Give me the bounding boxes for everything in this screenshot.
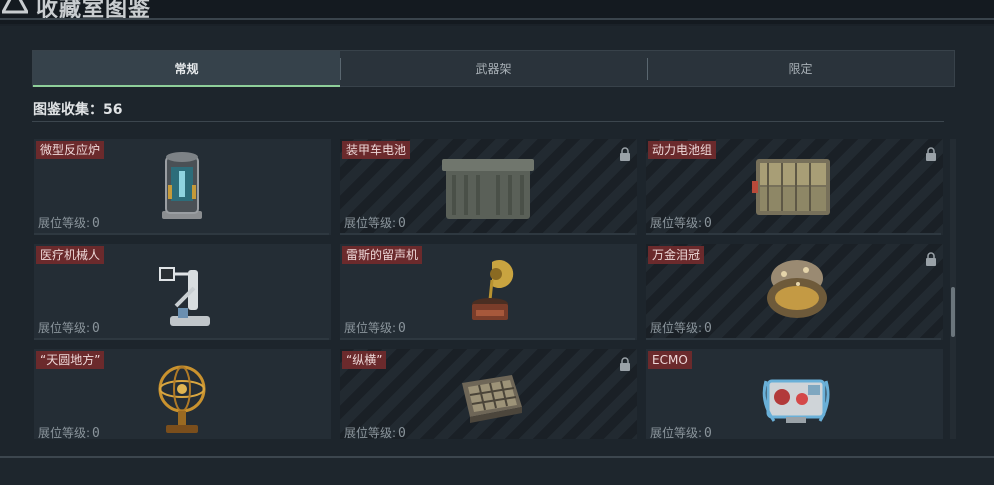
lock-icon (620, 147, 630, 161)
category-tabs: 常规 武器架 限定 (32, 50, 955, 87)
item-name: 微型反应炉 (36, 141, 105, 159)
scrollbar-thumb[interactable] (951, 287, 955, 337)
item-name: 装甲车电池 (342, 141, 411, 159)
reactor-icon (162, 152, 202, 219)
collection-count: 图鉴收集：56 (33, 102, 123, 118)
title-bar: 收藏室图鉴 (0, 0, 994, 24)
collection-card-micro-reactor[interactable]: 微型反应炉 展位等级: 0 (34, 139, 331, 235)
collection-card-medical-robot[interactable]: 医疗机械人 展位等级: 0 (34, 244, 331, 340)
item-name: “天圆地方” (36, 351, 105, 369)
collection-card-chessboard[interactable]: “纵横” 展位等级: 0 (340, 349, 637, 439)
collection-card-armored-battery[interactable]: 装甲车电池 展位等级: 0 (340, 139, 637, 235)
chessboard-icon (462, 375, 522, 423)
armillary-sphere-icon (158, 365, 206, 433)
ecmo-machine-icon (762, 379, 830, 423)
collection-card-armillary-sphere[interactable]: “天圆地方” 展位等级: 0 (34, 349, 331, 439)
booth-level: 展位等级: 0 (650, 426, 712, 439)
item-name: 医疗机械人 (36, 246, 105, 264)
lock-icon (926, 147, 936, 161)
battery-pack-icon (752, 159, 830, 215)
item-name: 雷斯的留声机 (342, 246, 423, 264)
collection-card-ecmo[interactable]: ECMO 展位等级: 0 (646, 349, 943, 439)
battery-icon (442, 159, 534, 219)
tab-weapon-rack[interactable]: 武器架 (340, 51, 647, 86)
booth-level: 展位等级: 0 (38, 426, 100, 439)
count-divider (32, 121, 944, 122)
collection-card-golden-crown[interactable]: 万金泪冠 展位等级: 0 (646, 244, 943, 340)
booth-level: 展位等级: 0 (650, 216, 712, 231)
warning-triangle-icon (2, 0, 28, 14)
lock-icon (620, 357, 630, 371)
tab-limited[interactable]: 限定 (647, 51, 954, 86)
item-name: “纵横” (342, 351, 387, 369)
booth-level: 展位等级: 0 (344, 216, 406, 231)
tab-regular[interactable]: 常规 (33, 51, 340, 87)
booth-level: 展位等级: 0 (344, 321, 406, 336)
collection-card-gramophone[interactable]: 雷斯的留声机 展位等级: 0 (340, 244, 637, 340)
item-name: ECMO (648, 351, 692, 369)
item-name: 万金泪冠 (648, 246, 705, 264)
medical-robot-icon (159, 267, 210, 326)
lock-icon (926, 252, 936, 266)
booth-level: 展位等级: 0 (38, 321, 100, 336)
gramophone-icon (472, 260, 514, 320)
title-divider (0, 18, 994, 20)
booth-level: 展位等级: 0 (344, 426, 406, 439)
collection-grid: 微型反应炉 展位等级: 0 装甲车电池 展位等级: 0 动力电池组 展位等级: … (34, 139, 944, 439)
booth-level: 展位等级: 0 (38, 216, 100, 231)
collection-card-power-battery-pack[interactable]: 动力电池组 展位等级: 0 (646, 139, 943, 235)
booth-level: 展位等级: 0 (650, 321, 712, 336)
item-name: 动力电池组 (648, 141, 717, 159)
grid-scrollbar[interactable] (950, 139, 956, 439)
jeweled-egg-icon (767, 260, 827, 318)
footer-area (0, 458, 994, 485)
